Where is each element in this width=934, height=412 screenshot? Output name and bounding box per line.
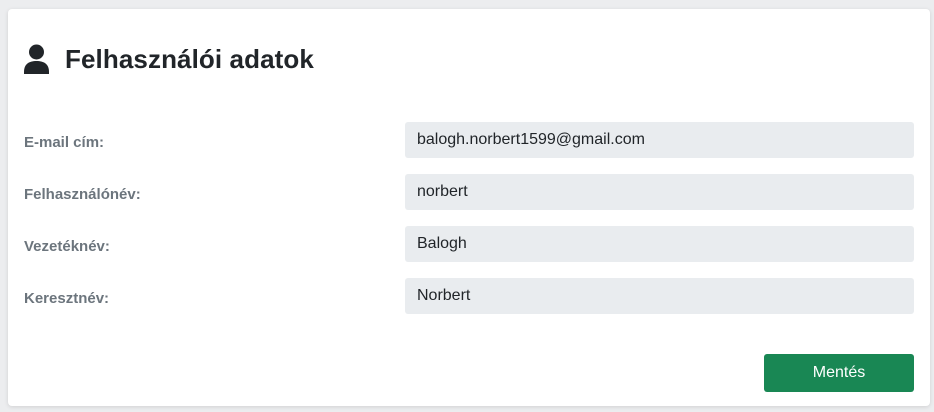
username-field[interactable] bbox=[405, 174, 914, 210]
email-field[interactable] bbox=[405, 122, 914, 158]
save-button[interactable]: Mentés bbox=[764, 354, 914, 392]
username-label: Felhasználónév: bbox=[24, 186, 141, 203]
card-header: Felhasználói adatok bbox=[24, 44, 314, 74]
first-name-label: Keresztnév: bbox=[24, 290, 110, 307]
email-label: E-mail cím: bbox=[24, 134, 105, 151]
user-data-card: Felhasználói adatok E-mail cím: Felhaszn… bbox=[8, 9, 930, 406]
card-title: Felhasználói adatok bbox=[65, 43, 314, 74]
user-icon bbox=[24, 44, 49, 74]
last-name-field[interactable] bbox=[405, 226, 914, 262]
first-name-field[interactable] bbox=[405, 278, 914, 314]
last-name-label: Vezetéknév: bbox=[24, 238, 110, 255]
